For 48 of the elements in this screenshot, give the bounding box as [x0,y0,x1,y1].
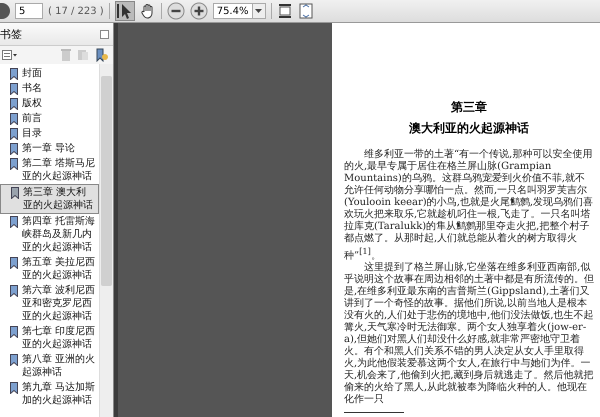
bookmark-item[interactable]: 目录 [0,126,99,141]
bookmark-item[interactable]: 第九章 马达加斯加的火起源神话 [0,380,99,408]
body-paragraph: 这里提到了格兰屏山脉,它坐落在维多利亚西南部,似乎说明这个故事在周边相邻的土著中都是有所流传的。但是,在维多利亚最东南的吉普斯兰(Gippsland),土著们又讲到了一个奇怪的故事。据他们所说,以前当地人是根本没有火的,人们处于悲伤的境地中,他们没法做饭,也生不起篝火,天气寒冷时无法御寒。两个女人独享着火(jow-er-a),但她们对黑人们却没什么好感,就非常严密地守卫着火。有个和黑人们关系不错的男人决定从女人手里取得火,为此他假装爱慕这两个女人,在旅行中与她们为伴。一天,机会来了,他偷到火把,藏到身后就逃走了。然后他就把偷来的火给了黑人,从此就被奉为降临火种的人。他现在化作一只 [344,262,594,406]
bookmark-item[interactable]: 第三章 澳大利亚的火起源神话 [0,184,99,214]
bookmark-icon [10,83,18,95]
fit-width-icon[interactable] [276,3,293,19]
scrollbar[interactable] [99,64,113,417]
bookmark-item[interactable]: 第七章 印度尼西亚的火起源神话 [0,324,99,352]
bookmark-icon [10,98,18,110]
bookmark-icon [10,354,18,366]
bookmark-icon [11,187,19,199]
bookmark-icon [10,257,18,269]
bookmark-icon [10,113,18,125]
body-paragraph: 维多利亚一带的土著“有一个传说,那种可以安全使用的火,最早专属于居住在格兰屏山脉(Grampian Mountains)的乌鸦。这群乌鸦宠爱到火价值不菲,就不允许任何动物分享哪怕一点。然而,一只名叫羽罗芙吉尔(Youlooin keear)的小鸟,也就是火尾鹪鹩,发现乌鸦们喜欢玩火把来取乐,它就趁机叼住一根,飞走了。一只名叫塔拉库克(Taralukk)的隼从鹪鹩那里夺走火把,把整个村子都点燃了。从那时起,人们就总能从着火的树方取得火种”$^{[1]}$。 [344,149,594,262]
bookmark-item[interactable]: 版权 [0,96,99,111]
bookmark-icon [10,216,18,228]
bookmark-item[interactable]: 书名 [0,81,99,96]
zoom-out-icon[interactable] [166,2,185,20]
bookmark-item[interactable]: 第一章 导论 [0,141,99,156]
splitter-handle[interactable] [114,23,118,417]
page-count: ( 17 / 223 ) [48,6,104,16]
caret-icon [255,9,262,13]
bookmark-item[interactable]: 第五章 美拉尼西亚的火起源神话 [0,255,99,283]
bookmark-item[interactable]: 第二章 塔斯马尼亚的火起源神话 [0,156,99,184]
zoom-in-icon[interactable] [190,2,208,20]
select-cursor-icon[interactable] [114,1,135,21]
zoom-dropdown-button[interactable] [252,3,266,19]
bookmark-icon [10,158,18,170]
bookmarks-title: 书签 [0,26,22,42]
bookmark-icon [10,382,18,394]
bookmark-icon [10,68,18,80]
bookmark-item[interactable]: 第八章 亚洲的火起源神话 [0,352,99,380]
chapter-number: 第三章 [450,99,488,116]
bookmark-item[interactable]: 前言 [0,111,99,126]
chapter-title: 澳大利亚的火起源神话 [408,120,530,137]
bookmark-icon [10,326,18,338]
page-number-field[interactable]: 5 [15,3,43,19]
fit-page-icon[interactable] [298,3,314,19]
close-icon[interactable] [100,30,109,38]
options-menu-icon[interactable] [2,50,18,60]
bookmark-icon [10,143,18,155]
new-bookmark-icon[interactable] [95,48,109,62]
bookmark-icon [10,285,18,297]
bookmark-icon [10,128,18,140]
zoom-field[interactable]: 75.4% [212,3,253,19]
bookmark-item[interactable]: 封面 [0,66,99,81]
bookmark-item[interactable]: 第六章 波利尼西亚和密克罗尼西亚的火起源神话 [0,283,99,324]
bookmark-item[interactable]: 第四章 托雷斯海峡群岛及新几内亚的火起源神话 [0,214,99,255]
